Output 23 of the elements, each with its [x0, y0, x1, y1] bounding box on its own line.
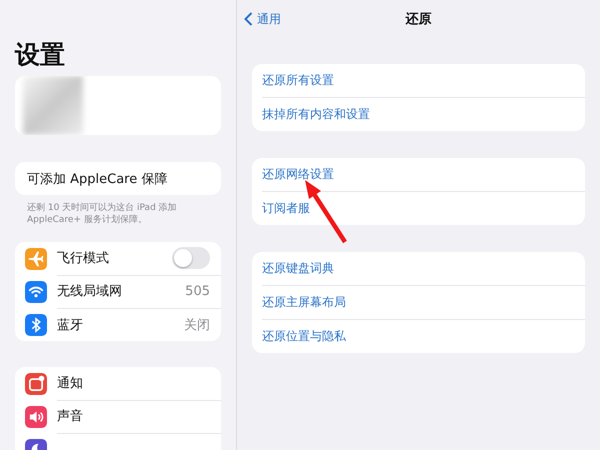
- applecare-note: 还剩 10 天时间可以为这台 iPad 添加 AppleCare+ 服务计划保障。: [26, 202, 178, 226]
- row-label: 无线局域网: [57, 283, 123, 300]
- back-button[interactable]: 通用: [244, 10, 281, 28]
- reset-option[interactable]: 抹掉所有内容和设置: [262, 106, 370, 123]
- row-label: 通知: [57, 375, 84, 392]
- row-value: 关闭: [184, 316, 210, 334]
- row-value: 505: [185, 284, 210, 298]
- reset-option[interactable]: 还原所有设置: [262, 72, 334, 89]
- back-chevron-icon: [244, 12, 253, 26]
- reset-option[interactable]: 还原键盘词典: [262, 260, 334, 277]
- profile-card[interactable]: [15, 76, 221, 135]
- row-label: 飞行模式: [57, 250, 110, 267]
- reset-option[interactable]: 还原主屏幕布局: [262, 294, 346, 311]
- reset-option[interactable]: 还原网络设置: [262, 166, 334, 183]
- reset-option[interactable]: 还原位置与隐私: [262, 328, 346, 345]
- row-label: 声音: [57, 408, 84, 425]
- applecare-row[interactable]: 可添加 AppleCare 保障: [15, 162, 221, 195]
- blurred-photo-placeholder: [23, 76, 83, 135]
- page-title: 还原: [406, 12, 432, 27]
- reset-option[interactable]: 订阅者服: [262, 200, 310, 217]
- page-title: 设置: [15, 40, 66, 70]
- toggle-switch[interactable]: [172, 247, 210, 269]
- row-label: 蓝牙: [57, 316, 84, 334]
